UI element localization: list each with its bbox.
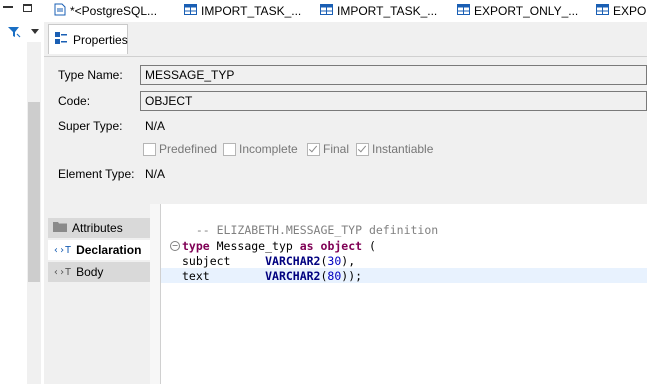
type-name: Message_typ [209,239,300,253]
section-declaration[interactable]: ‹›T Declaration [48,240,150,260]
code-line-2[interactable]: subject VARCHAR2(30), [182,254,355,268]
final-box[interactable] [307,142,320,156]
instantiable-checkbox[interactable]: Instantiable [356,142,433,156]
incomplete-checkbox[interactable]: Incomplete [223,142,298,156]
tab-label: EXPOR [613,4,647,18]
super-type-value: N/A [145,119,166,133]
comment-text: -- ELIZABETH.MESSAGE_TYP definition [195,223,439,237]
tab-properties-label: Properties [73,32,128,47]
section-declaration-label: Declaration [76,243,142,257]
tab-label: *<PostgreSQL... [70,4,158,18]
tab-label: IMPORT_TASK_... [337,4,438,18]
tab-export-truncated[interactable]: EXPOR [596,0,647,22]
keyword-object: object [320,239,363,253]
tab-import-task-1[interactable]: IMPORT_TASK_... [184,0,301,22]
datatype-varchar2: VARCHAR2 [265,254,321,268]
section-body-label: Body [76,265,104,279]
tab-import-task-2[interactable]: IMPORT_TASK_... [320,0,437,22]
section-body[interactable]: ‹›T Body [48,262,150,282]
element-type-value: N/A [145,167,166,181]
keyword-as: as [299,239,314,253]
file-icon [54,3,66,19]
paren-close: )); [341,269,363,283]
tab-label: EXPORT_ONLY_... [474,4,579,18]
code-line-comment[interactable]: -- ELIZABETH.MESSAGE_TYP definition [182,209,438,237]
final-checkbox[interactable]: Final [307,142,349,156]
element-type-label: Element Type: [58,167,135,181]
maximize-icon[interactable] [23,4,32,12]
table-icon [320,4,333,18]
super-type-label: Super Type: [58,119,123,133]
declaration-icon: ‹›T [53,244,72,256]
incomplete-box[interactable] [223,142,236,156]
number-30: 30 [327,254,342,268]
incomplete-label: Incomplete [239,142,298,156]
instantiable-box[interactable] [356,142,369,156]
keyword-type: type [182,239,210,253]
body-icon: ‹›T [53,266,72,278]
tab-label: IMPORT_TASK_... [201,4,302,18]
table-icon [184,4,197,18]
minimize-icon[interactable] [3,6,13,8]
tab-postgresql[interactable]: *<PostgreSQL... [54,0,157,22]
section-attributes[interactable]: Attributes [48,218,150,238]
datatype-varchar2: VARCHAR2 [265,269,321,283]
fold-toggle-icon[interactable]: − [170,241,180,251]
table-icon [596,4,609,18]
section-attributes-label: Attributes [72,221,123,235]
paren-close: ), [341,254,356,268]
instantiable-label: Instantiable [372,142,434,156]
field-text: text [182,269,266,283]
type-name-field[interactable]: MESSAGE_TYP [140,65,647,85]
code-line-1[interactable]: type Message_typ as object ( [182,239,376,253]
number-80: 80 [327,269,342,283]
properties-icon [55,31,68,48]
filter-icon[interactable] [7,26,21,41]
editor-tab-bar: *<PostgreSQL... IMPORT_TASK_... IMPORT_T… [44,0,647,23]
left-scrollbar-thumb[interactable] [28,102,40,282]
predefined-checkbox[interactable]: Predefined [143,142,217,156]
code-label: Code: [58,94,91,108]
type-name-label: Type Name: [58,68,123,82]
sub-tab-bar [44,22,647,56]
editor-gutter [150,204,160,384]
predefined-box[interactable] [143,142,156,156]
final-label: Final [323,142,350,156]
table-icon [457,4,470,18]
open-paren: ( [362,239,376,253]
tab-properties[interactable]: Properties [48,24,128,54]
folder-icon [53,221,67,235]
code-field[interactable]: OBJECT [140,91,647,111]
dropdown-icon[interactable] [31,29,39,34]
code-line-3[interactable]: text VARCHAR2(80)); [182,269,362,283]
predefined-label: Predefined [159,142,218,156]
tab-export-only[interactable]: EXPORT_ONLY_... [457,0,578,22]
field-subject: subject [182,254,266,268]
